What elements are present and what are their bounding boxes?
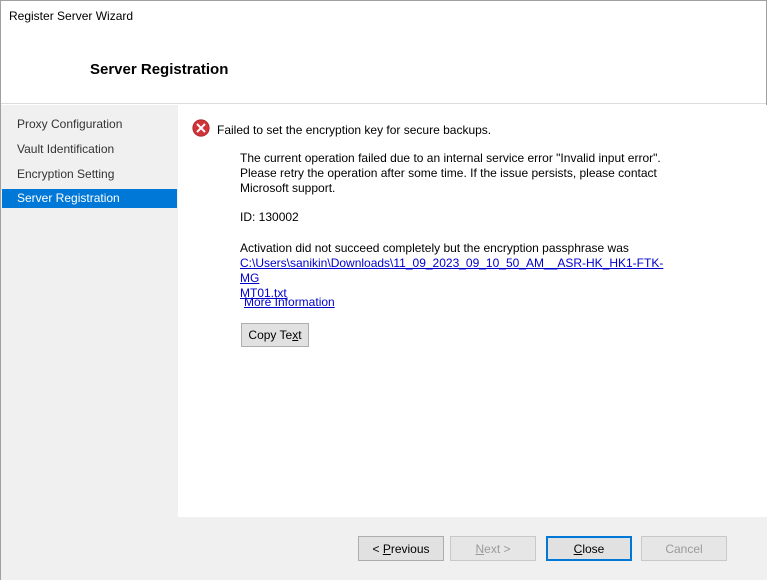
title-bar: Register Server Wizard (1, 1, 766, 31)
more-information-link-text[interactable]: More Information (244, 295, 335, 309)
activation-message: Activation did not succeed completely bu… (240, 241, 629, 255)
copy-text-label-end: t (298, 328, 302, 342)
next-button[interactable]: Next > (450, 536, 536, 561)
cancel-button[interactable]: Cancel (641, 536, 727, 561)
error-description: The current operation failed due to an i… (240, 151, 670, 196)
close-button[interactable]: Close (546, 536, 632, 561)
copy-text-button[interactable]: Copy Text (241, 323, 309, 347)
error-description-line: Microsoft support. (240, 181, 336, 195)
error-icon (192, 119, 210, 137)
close-label-post: lose (582, 541, 605, 556)
error-description-line: The current operation failed due to an i… (240, 151, 661, 165)
window-title: Register Server Wizard (9, 9, 134, 23)
copy-text-label: Copy Te (248, 328, 293, 342)
wizard-steps-sidebar: Proxy Configuration Vault Identification… (1, 105, 178, 580)
error-description-line: Please retry the operation after some ti… (240, 166, 657, 180)
sidebar-item-encryption-setting[interactable]: Encryption Setting (2, 165, 177, 184)
sidebar-item-proxy-configuration[interactable]: Proxy Configuration (2, 115, 177, 134)
previous-label-pre: < (372, 541, 383, 556)
more-information-link[interactable]: More Information (244, 295, 335, 310)
error-title: Failed to set the encryption key for sec… (217, 123, 492, 137)
sidebar-item-vault-identification[interactable]: Vault Identification (2, 140, 177, 159)
wizard-header: Server Registration (1, 31, 766, 104)
sidebar-item-server-registration[interactable]: Server Registration (2, 189, 177, 208)
wizard-window: Register Server Wizard Server Registrati… (0, 0, 767, 580)
previous-label-post: revious (390, 541, 430, 556)
previous-button[interactable]: < Previous (358, 536, 444, 561)
passphrase-path-line[interactable]: C:\Users\sanikin\Downloads\11_09_2023_09… (240, 256, 670, 286)
page-title: Server Registration (90, 61, 229, 78)
next-accel: N (475, 541, 485, 556)
previous-accel: P (382, 541, 391, 556)
error-id: ID: 130002 (240, 210, 299, 224)
next-label-post: ext > (484, 541, 511, 556)
